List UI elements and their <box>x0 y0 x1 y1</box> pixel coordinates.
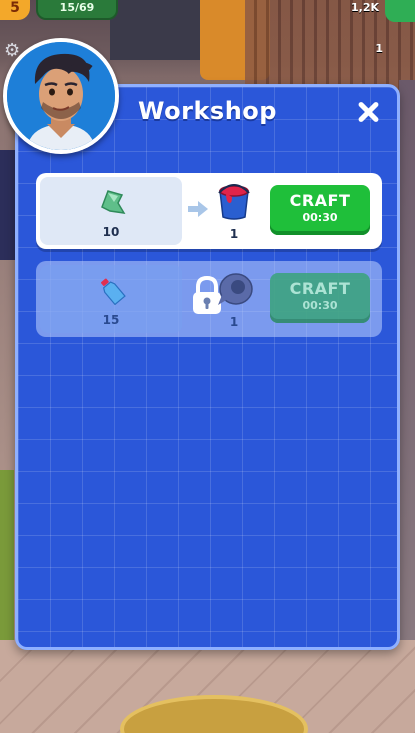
red-paint-bucket-icon <box>218 184 250 220</box>
craft-button-disabled[interactable]: CRAFT 00:30 <box>270 273 370 323</box>
output-count: 1 <box>229 227 239 241</box>
craft-time: 00:30 <box>302 299 338 312</box>
workshop-panel: Workshop 10 1 CRAFT 00:30 15 1 CRAFT 00:… <box>15 84 400 650</box>
gem-button[interactable] <box>385 0 415 22</box>
craft-label: CRAFT <box>289 279 351 298</box>
recipe-row-locked: 15 1 CRAFT 00:30 <box>36 261 382 337</box>
close-icon[interactable] <box>355 99 381 125</box>
recipe-row: 10 1 CRAFT 00:30 <box>36 173 382 249</box>
green-glass-shard-icon <box>101 190 126 214</box>
tape-roll-icon <box>218 273 253 305</box>
xp-bar: 15/69 <box>36 0 118 20</box>
man-portrait-icon <box>7 42 115 150</box>
ingredient-count: 15 <box>102 313 120 327</box>
ingredient-slot: 15 <box>40 265 182 333</box>
craft-button[interactable]: CRAFT 00:30 <box>270 185 370 235</box>
ingredient-count: 10 <box>102 225 120 239</box>
boost-counter: 1 <box>375 42 383 55</box>
output-count: 1 <box>229 315 239 329</box>
character-avatar[interactable] <box>3 38 119 154</box>
output-slot: 1 <box>212 267 256 333</box>
coin-counter: 1,2K <box>350 1 379 14</box>
left-wall <box>0 150 16 260</box>
craft-time: 00:30 <box>302 211 338 224</box>
output-slot: 1 <box>212 179 256 245</box>
arrow-right-icon <box>188 201 208 217</box>
green-post <box>0 470 14 640</box>
ingredient-slot[interactable]: 10 <box>40 177 182 245</box>
craft-label: CRAFT <box>289 191 351 210</box>
blue-plastic-bottle-icon <box>100 278 126 305</box>
player-level-badge[interactable]: 5 <box>0 0 30 20</box>
right-wall <box>399 80 415 640</box>
